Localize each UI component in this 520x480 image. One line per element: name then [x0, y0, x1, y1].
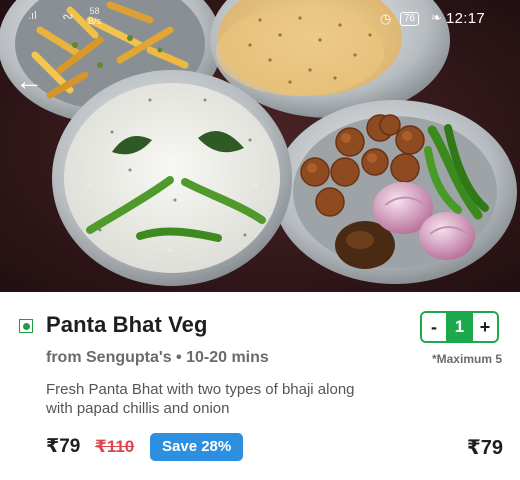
network-speed-value: 58	[89, 6, 100, 16]
signal-icon: .ıl	[28, 10, 37, 22]
leaf-icon: ❧	[431, 10, 442, 25]
food-photo: .ıl ∾ 58 B/s ◷ 76 ❧ 12:17 ←	[0, 0, 520, 292]
quantity-value: 1	[446, 313, 473, 341]
restaurant-and-eta: from Sengupta's • 10-20 mins	[46, 349, 269, 366]
discount-badge: Save 28%	[150, 433, 244, 461]
item-price: ₹79	[46, 436, 81, 457]
max-quantity-note: *Maximum 5	[431, 352, 502, 366]
status-bar: .ıl ∾ 58 B/s ◷ 76 ❧ 12:17	[0, 0, 520, 40]
total-price: ₹79	[466, 437, 503, 459]
increase-quantity-button[interactable]: +	[473, 313, 497, 341]
battery-icon: 76	[400, 12, 420, 26]
alarm-clock-icon: ◷	[380, 11, 392, 26]
arrow-left-icon: ←	[15, 65, 43, 96]
network-speed: 58 B/s	[88, 6, 101, 26]
wifi-icon: ∾	[62, 8, 74, 24]
food-illustration	[0, 0, 520, 292]
back-button[interactable]: ←	[12, 64, 46, 98]
decrease-quantity-button[interactable]: -	[422, 313, 446, 341]
quantity-stepper[interactable]: - 1 +	[420, 311, 499, 343]
item-description: Fresh Panta Bhat with two types of bhaji…	[46, 381, 355, 417]
status-time: 12:17	[446, 10, 486, 27]
network-speed-unit: B/s	[88, 16, 102, 26]
veg-indicator-icon	[19, 319, 33, 333]
original-price: ₹110	[95, 437, 135, 456]
item-name: Panta Bhat Veg	[46, 312, 208, 337]
item-details-panel: Panta Bhat Veg - 1 + from Sengupta's • 1…	[0, 292, 520, 480]
